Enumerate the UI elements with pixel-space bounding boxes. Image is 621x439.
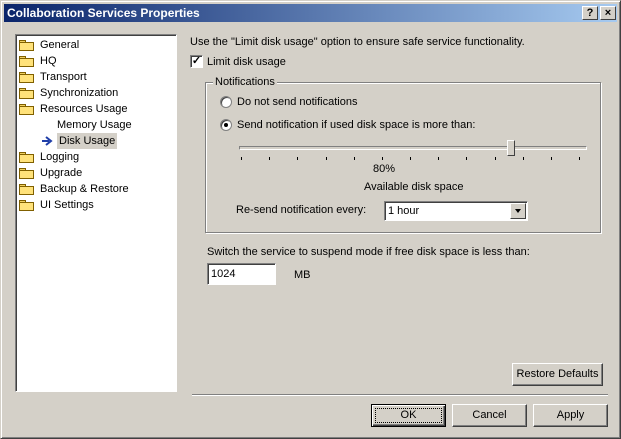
- slider-value-label: 80%: [373, 163, 396, 175]
- do-not-send-radio[interactable]: [220, 96, 232, 108]
- apply-button[interactable]: Apply: [533, 404, 608, 427]
- cancel-button[interactable]: Cancel: [452, 404, 527, 427]
- focus-rect: [375, 408, 442, 423]
- disk-threshold-slider-track[interactable]: [239, 146, 587, 150]
- folder-icon: [19, 200, 34, 211]
- do-not-send-label: Do not send notifications: [237, 96, 358, 108]
- folder-icon: [19, 40, 34, 51]
- slider-tick: [241, 157, 242, 160]
- description-text: Use the "Limit disk usage" option to ens…: [190, 36, 525, 48]
- close-button[interactable]: ×: [600, 6, 616, 20]
- slider-tick: [466, 157, 468, 160]
- slider-tick: [550, 157, 552, 160]
- tree-item-label: Resources Usage: [40, 103, 128, 115]
- slider-caption: Available disk space: [364, 181, 464, 193]
- radio-dot: [224, 123, 228, 127]
- tree-item-label: Transport: [40, 71, 87, 83]
- tree-item-label: Logging: [40, 151, 80, 163]
- slider-tick: [269, 157, 271, 160]
- tree-item-label: General: [40, 39, 80, 51]
- folder-icon: [19, 168, 34, 179]
- chevron-down-icon[interactable]: [510, 203, 526, 219]
- notifications-legend: Notifications: [213, 76, 277, 88]
- footer-separator: [192, 394, 608, 396]
- tree-item-label: UI Settings: [40, 199, 94, 211]
- slider-tick: [297, 157, 299, 160]
- tree-item-label: Backup & Restore: [40, 183, 129, 195]
- settings-tree: General HQ Transport Synchronization Res…: [15, 34, 177, 392]
- folder-icon: [19, 152, 34, 163]
- suspend-label: Switch the service to suspend mode if fr…: [207, 246, 530, 258]
- resend-interval-value: 1 hour: [388, 205, 420, 217]
- tree-item-label: Synchronization: [40, 87, 119, 99]
- restore-defaults-button[interactable]: Restore Defaults: [512, 363, 603, 386]
- limit-disk-usage-label: Limit disk usage: [207, 56, 286, 68]
- slider-tick: [494, 157, 496, 160]
- ok-button[interactable]: OK: [371, 404, 446, 427]
- slider-tick: [438, 157, 440, 160]
- tree-item-label: Memory Usage: [57, 119, 132, 131]
- folder-open-icon: [19, 104, 34, 115]
- resend-label: Re-send notification every:: [236, 204, 367, 216]
- window-title: Collaboration Services Properties: [7, 6, 200, 20]
- folder-icon: [19, 88, 34, 99]
- folder-icon: [19, 72, 34, 83]
- disk-threshold-slider-thumb[interactable]: [507, 140, 516, 156]
- folder-icon: [19, 56, 34, 67]
- suspend-unit-label: MB: [294, 269, 311, 281]
- slider-tick: [381, 157, 383, 160]
- tree-item-label: HQ: [40, 55, 57, 67]
- send-notification-radio[interactable]: [220, 119, 232, 131]
- limit-disk-usage-checkbox[interactable]: ✓: [190, 55, 203, 68]
- slider-tick: [353, 157, 355, 160]
- help-button[interactable]: ?: [582, 6, 598, 20]
- slider-tick: [579, 157, 580, 160]
- resend-interval-select[interactable]: 1 hour: [384, 201, 528, 221]
- title-bar[interactable]: Collaboration Services Properties ? ×: [4, 4, 617, 22]
- slider-tick: [410, 157, 411, 160]
- send-notification-label: Send notification if used disk space is …: [237, 119, 476, 131]
- suspend-threshold-input[interactable]: [207, 263, 276, 285]
- arrow-right-icon: [42, 136, 53, 146]
- tree-item-label: Upgrade: [40, 167, 83, 179]
- slider-tick: [325, 157, 327, 160]
- tree-item-label: Disk Usage: [57, 133, 118, 149]
- folder-icon: [19, 184, 34, 195]
- slider-tick: [522, 157, 524, 160]
- properties-dialog: Collaboration Services Properties ? × Ge…: [0, 0, 621, 439]
